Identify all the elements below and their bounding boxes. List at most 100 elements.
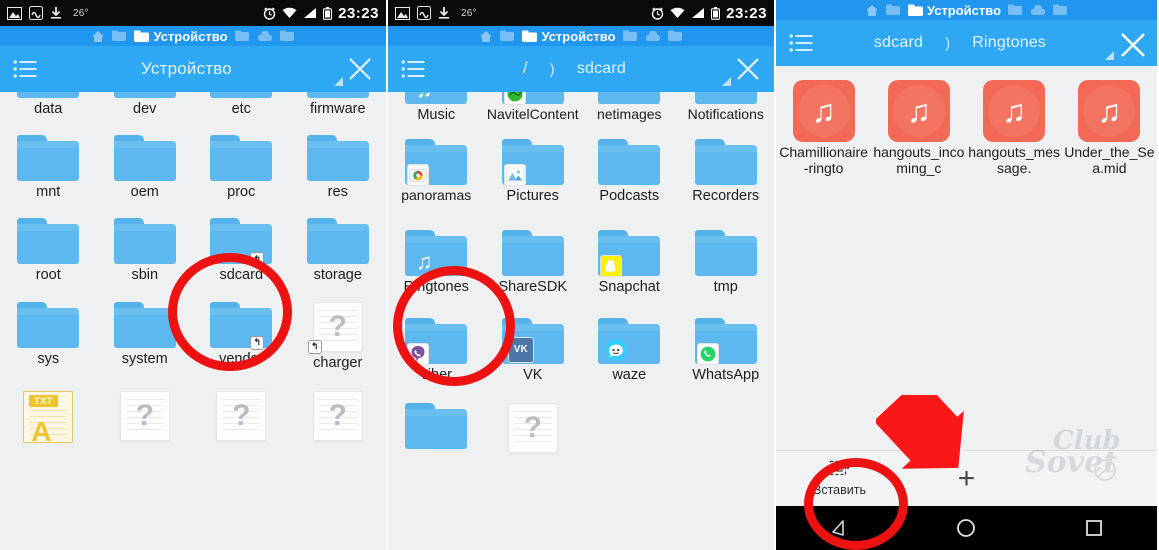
file-item-res[interactable]: res bbox=[290, 129, 387, 200]
breadcrumb[interactable]: / ) sdcard bbox=[427, 60, 722, 78]
tab-strip: Устройство bbox=[776, 0, 1157, 20]
file-item-notifications[interactable]: Notifications bbox=[678, 92, 775, 123]
tab-device-active[interactable]: Устройство bbox=[522, 29, 616, 44]
file-item-etc[interactable]: etc bbox=[193, 92, 290, 117]
file-item-dev[interactable]: dev bbox=[97, 92, 194, 117]
clock: 23:23 bbox=[726, 4, 767, 22]
file-item-tmp[interactable]: tmp bbox=[678, 224, 775, 295]
file-item-under-the-sea[interactable]: ♫ Under_the_Sea.mid bbox=[1062, 74, 1157, 176]
file-item-sys[interactable]: sys bbox=[0, 296, 97, 371]
file-item-waze[interactable]: waze bbox=[581, 312, 678, 383]
file-item-mnt[interactable]: mnt bbox=[0, 129, 97, 200]
file-item-hangouts-message[interactable]: ♫ hangouts_message. bbox=[967, 74, 1062, 176]
home-icon[interactable] bbox=[479, 30, 493, 43]
folder-icon bbox=[694, 230, 757, 277]
file-item-storage[interactable]: storage bbox=[290, 212, 387, 283]
list-menu-icon[interactable] bbox=[13, 58, 39, 80]
music-note-icon: ♫ bbox=[416, 249, 433, 275]
list-menu-icon[interactable] bbox=[401, 58, 427, 80]
file-item-root[interactable]: root bbox=[0, 212, 97, 283]
file-item-navitelcontent[interactable]: NavitelContent bbox=[485, 92, 582, 123]
close-icon[interactable] bbox=[1118, 30, 1145, 57]
file-item-system[interactable]: system bbox=[97, 296, 194, 371]
image-icon bbox=[395, 6, 410, 20]
unknown-file-icon: ? bbox=[216, 390, 267, 441]
file-grid-area: data dev etc firmware mnt oem proc res r… bbox=[0, 92, 386, 550]
cloud-tab-icon[interactable] bbox=[257, 30, 273, 42]
device-tab-icon[interactable] bbox=[622, 30, 638, 42]
close-icon[interactable] bbox=[735, 56, 761, 82]
home-circle-icon[interactable] bbox=[956, 518, 976, 538]
file-item-ringtones[interactable]: ♫ Ringtones bbox=[388, 224, 485, 295]
file-item-unknown[interactable]: ? bbox=[97, 385, 194, 443]
breadcrumb[interactable]: sdcard ) Ringtones bbox=[815, 34, 1105, 52]
add-button[interactable]: + bbox=[903, 463, 1030, 493]
breadcrumb-crumb-0[interactable]: sdcard bbox=[874, 34, 923, 52]
file-item-whatsapp[interactable]: WhatsApp bbox=[678, 312, 775, 383]
recents-square-icon[interactable] bbox=[1085, 519, 1103, 537]
file-item-vendor[interactable]: ↰ vendor bbox=[193, 296, 290, 371]
file-item-recorders[interactable]: Recorders bbox=[678, 133, 775, 204]
file-item-chamillionaire[interactable]: ♫ Chamillionaire-ringto bbox=[776, 74, 871, 176]
tab-device-active[interactable]: Устройство bbox=[907, 3, 1001, 18]
file-item-viber[interactable]: viber bbox=[388, 312, 485, 383]
device-tab-icon[interactable] bbox=[279, 30, 295, 42]
file-item-hangouts-incoming[interactable]: ♫ hangouts_incoming_c bbox=[871, 74, 966, 176]
file-item-charger[interactable]: ? ↰ charger bbox=[290, 296, 387, 371]
list-menu-icon[interactable] bbox=[789, 32, 815, 54]
resize-handle-icon[interactable] bbox=[1105, 51, 1114, 60]
download-icon bbox=[50, 6, 62, 20]
file-item-sharesdk[interactable]: ShareSDK bbox=[485, 224, 582, 295]
tab-device-active[interactable]: Устройство bbox=[134, 29, 228, 44]
file-item-unknown[interactable]: ? bbox=[485, 397, 582, 453]
file-item-sdcard[interactable]: ↰ sdcard bbox=[193, 212, 290, 283]
device-tab-icon[interactable] bbox=[112, 30, 127, 42]
file-item-panoramas[interactable]: panoramas bbox=[388, 133, 485, 204]
folder-icon bbox=[306, 135, 369, 182]
clock: 23:23 bbox=[338, 4, 379, 22]
file-item-vk[interactable]: VK VK bbox=[485, 312, 582, 383]
file-item-music[interactable]: ♫ Music bbox=[388, 92, 485, 123]
resize-handle-icon[interactable] bbox=[722, 77, 731, 86]
device-tab-icon[interactable] bbox=[500, 30, 515, 42]
battery-icon bbox=[323, 6, 333, 20]
file-item-netimages[interactable]: netimages bbox=[581, 92, 678, 123]
device-tab-icon[interactable] bbox=[1008, 4, 1023, 16]
alarm-icon bbox=[263, 6, 276, 20]
breadcrumb-crumb-0[interactable]: / bbox=[523, 60, 528, 78]
close-icon[interactable] bbox=[347, 56, 373, 82]
file-label: netimages bbox=[596, 106, 662, 122]
device-tab-icon[interactable] bbox=[1053, 4, 1068, 16]
home-icon[interactable] bbox=[865, 4, 879, 17]
cloud-tab-icon[interactable] bbox=[645, 30, 661, 42]
breadcrumb[interactable]: Устройство bbox=[39, 59, 334, 79]
file-item-podcasts[interactable]: Podcasts bbox=[581, 133, 678, 204]
device-tab-icon[interactable] bbox=[234, 30, 250, 42]
status-bar: 26° 23:23 bbox=[0, 0, 386, 26]
back-triangle-icon[interactable] bbox=[830, 519, 848, 537]
file-item-unknown[interactable]: ? bbox=[193, 385, 290, 443]
cloud-tab-icon[interactable] bbox=[1030, 4, 1046, 16]
vk-app-icon: VK bbox=[507, 336, 534, 363]
file-item-snapchat[interactable]: Snapchat bbox=[581, 224, 678, 295]
file-item-data[interactable]: data bbox=[0, 92, 97, 117]
file-item-txt[interactable]: TXT A bbox=[0, 385, 97, 443]
file-item-firmware[interactable]: firmware bbox=[290, 92, 387, 117]
paste-button[interactable]: Вставить bbox=[776, 460, 903, 497]
file-item-oem[interactable]: oem bbox=[97, 129, 194, 200]
device-tab-icon[interactable] bbox=[885, 4, 901, 16]
paste-button-label: Вставить bbox=[813, 483, 866, 497]
file-item-sbin[interactable]: sbin bbox=[97, 212, 194, 283]
file-item-folder[interactable] bbox=[388, 397, 485, 453]
home-icon[interactable] bbox=[91, 30, 105, 43]
breadcrumb-crumb-1[interactable]: Ringtones bbox=[972, 34, 1046, 52]
file-item-proc[interactable]: proc bbox=[193, 129, 290, 200]
breadcrumb-crumb-1[interactable]: sdcard bbox=[577, 60, 626, 78]
breadcrumb-crumb-0[interactable]: Устройство bbox=[141, 59, 232, 79]
device-tab-icon[interactable] bbox=[667, 30, 683, 42]
folder-icon: ♫ bbox=[405, 230, 468, 277]
folder-icon bbox=[113, 218, 176, 265]
resize-handle-icon[interactable] bbox=[334, 77, 343, 86]
file-item-unknown[interactable]: ? bbox=[290, 385, 387, 443]
file-item-pictures[interactable]: Pictures bbox=[485, 133, 582, 204]
